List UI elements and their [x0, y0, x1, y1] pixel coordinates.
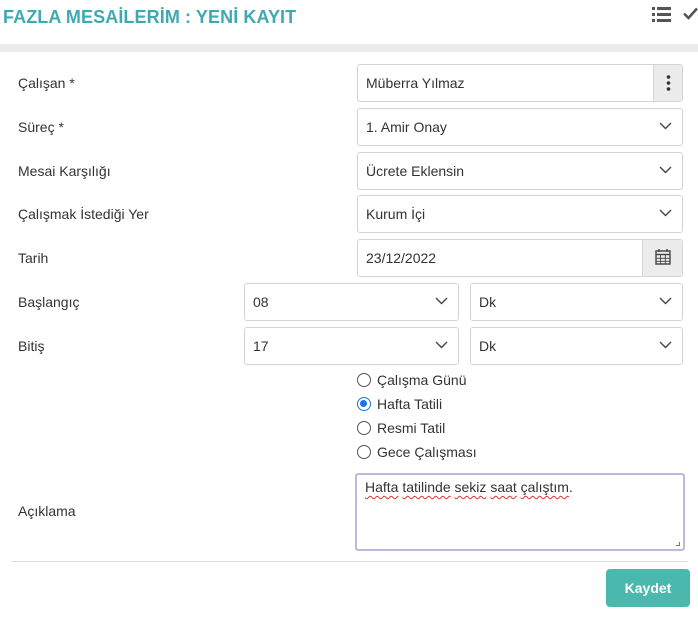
end-hour-value: 17 — [253, 338, 269, 354]
date-value: 23/12/2022 — [366, 250, 437, 266]
chevron-down-icon — [659, 297, 672, 305]
description-word: çalıştım — [520, 479, 569, 495]
radio-night-work[interactable]: Gece Çalışması — [357, 442, 477, 462]
employee-field[interactable]: Müberra Yılmaz — [357, 64, 683, 102]
chevron-down-icon — [659, 122, 672, 130]
chevron-down-icon — [659, 341, 672, 349]
radio-label: Gece Çalışması — [377, 444, 477, 460]
employee-label: Çalışan * — [18, 75, 75, 91]
start-time-label: Başlangıç — [18, 294, 80, 310]
description-word: sekiz — [454, 479, 487, 495]
start-hour-select[interactable]: 08 — [244, 283, 459, 321]
end-time-label: Bitiş — [18, 338, 45, 354]
list-icon[interactable] — [652, 6, 671, 26]
description-word: tatilinde — [402, 479, 451, 495]
chevron-down-icon — [659, 166, 672, 174]
employee-value: Müberra Yılmaz — [366, 75, 465, 91]
radio-button[interactable] — [357, 373, 371, 387]
start-minute-select[interactable]: Dk — [470, 283, 683, 321]
description-textarea[interactable]: Hafta tatilinde sekiz saat çalıştım. — [355, 473, 685, 551]
radio-working-day[interactable]: Çalışma Günü — [357, 370, 466, 390]
work-location-value: Kurum İçi — [366, 206, 426, 222]
start-minute-value: Dk — [479, 294, 497, 310]
work-location-select[interactable]: Kurum İçi — [357, 195, 683, 233]
overtime-compensation-label: Mesai Karşılığı — [18, 163, 111, 179]
radio-label: Çalışma Günü — [377, 372, 467, 388]
save-button[interactable]: Kaydet — [606, 569, 690, 607]
description-end-punct: . — [568, 479, 573, 495]
date-field[interactable]: 23/12/2022 — [357, 239, 683, 277]
process-label: Süreç * — [18, 119, 64, 135]
overtime-compensation-value: Ücrete Eklensin — [366, 163, 465, 179]
footer-divider — [12, 561, 688, 562]
header-divider-band — [0, 44, 698, 52]
kebab-menu-icon — [666, 75, 671, 91]
process-value: 1. Amir Onay — [366, 119, 447, 135]
radio-button[interactable] — [357, 421, 371, 435]
end-minute-select[interactable]: Dk — [470, 327, 683, 365]
process-select[interactable]: 1. Amir Onay — [357, 108, 683, 146]
radio-label: Hafta Tatili — [377, 396, 443, 412]
check-icon[interactable] — [683, 6, 698, 24]
resize-handle-icon[interactable] — [676, 542, 680, 546]
employee-options-button[interactable] — [653, 65, 682, 101]
date-picker-button[interactable] — [642, 240, 682, 276]
description-label: Açıklama — [18, 503, 76, 519]
chevron-down-icon — [435, 297, 448, 305]
work-location-label: Çalışmak İstediği Yer — [18, 206, 149, 222]
radio-button[interactable] — [357, 445, 371, 459]
page-header: FAZLA MESAİLERİM : YENİ KAYIT — [0, 0, 698, 44]
description-word: saat — [490, 479, 517, 495]
radio-public-holiday[interactable]: Resmi Tatil — [357, 418, 445, 438]
radio-label: Resmi Tatil — [377, 420, 446, 436]
calendar-icon — [655, 249, 671, 265]
radio-weekend-holiday[interactable]: Hafta Tatili — [357, 394, 442, 414]
radio-button[interactable] — [357, 397, 371, 411]
date-label: Tarih — [18, 250, 49, 266]
end-minute-value: Dk — [479, 338, 497, 354]
page-title: FAZLA MESAİLERİM : YENİ KAYIT — [3, 7, 297, 27]
start-hour-value: 08 — [253, 294, 269, 310]
end-hour-select[interactable]: 17 — [244, 327, 459, 365]
chevron-down-icon — [435, 341, 448, 349]
overtime-compensation-select[interactable]: Ücrete Eklensin — [357, 152, 683, 190]
description-word: Hafta — [365, 479, 399, 495]
chevron-down-icon — [659, 209, 672, 217]
